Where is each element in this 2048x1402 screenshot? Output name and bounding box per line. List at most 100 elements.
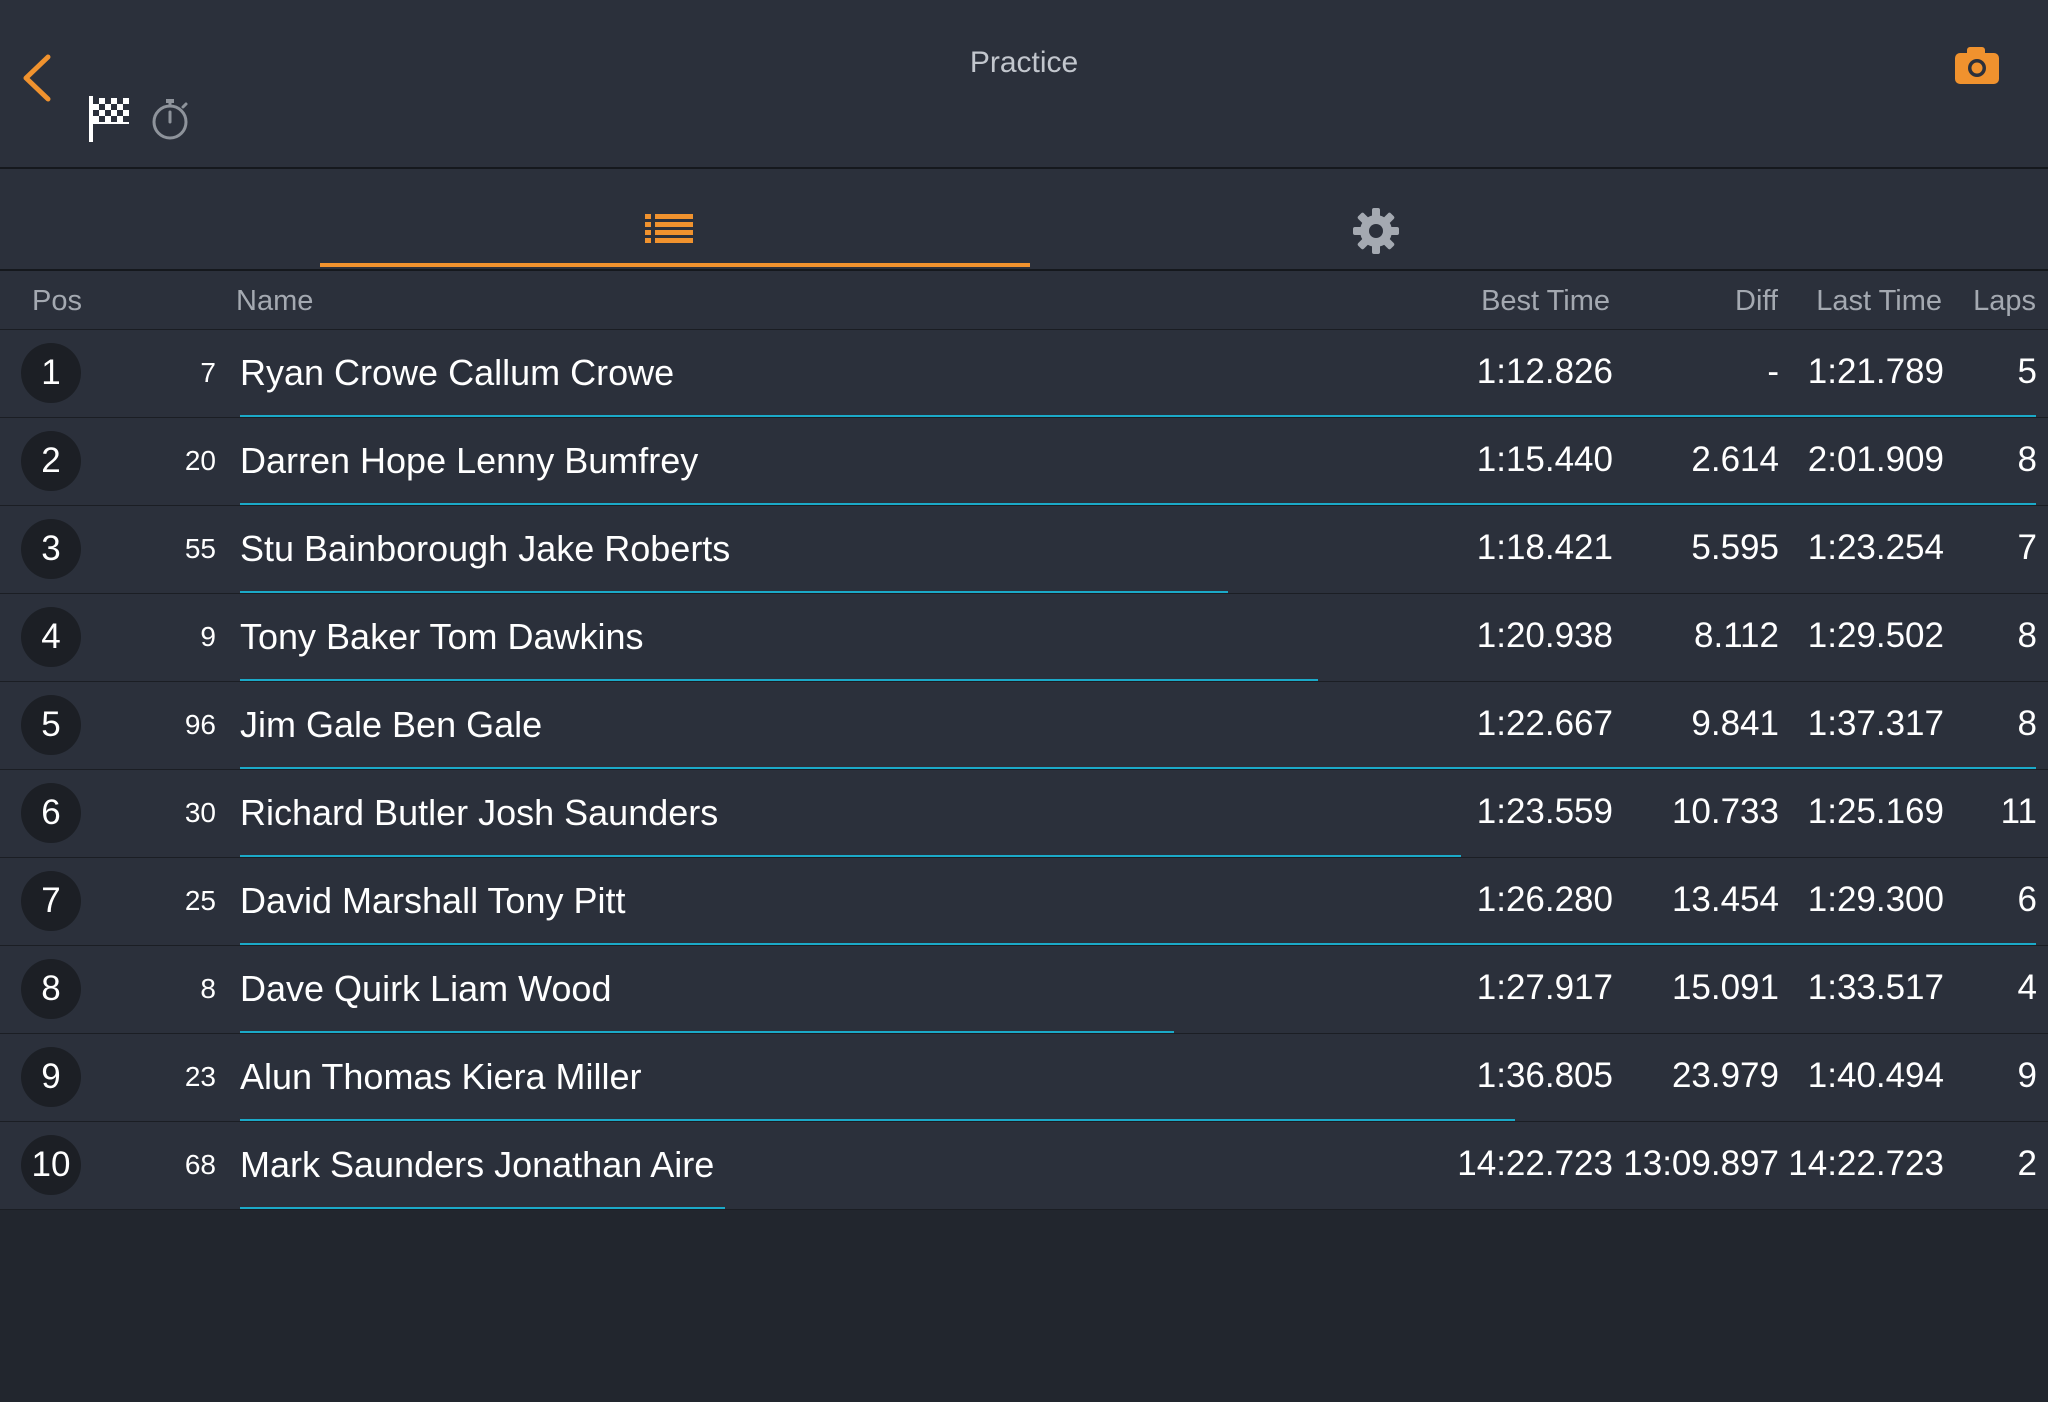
driver-names: Darren Hope Lenny Bumfrey [240,440,699,481]
lap-count: 7 [2017,528,2037,567]
diff-time: 15.091 [1671,968,1779,1007]
best-time: 1:23.559 [1476,792,1613,831]
row-progress-bar [240,503,2036,505]
position-badge: 3 [21,519,81,579]
list-icon [645,214,693,243]
diff-time: 8.112 [1694,616,1779,655]
best-time: 1:20.938 [1476,616,1613,655]
driver-names: Jim Gale Ben Gale [240,704,543,745]
position-badge: 9 [21,1047,81,1107]
car-number: 8 [200,973,216,1004]
car-number: 55 [184,533,216,564]
lap-count: 4 [2017,968,2037,1007]
row-progress-bar [240,591,1228,593]
best-time: 1:15.440 [1476,440,1613,479]
camera-button[interactable] [1953,43,2003,87]
driver-names: Ryan Crowe Callum Crowe [240,352,675,393]
driver-names: Alun Thomas Kiera Miller [240,1056,642,1097]
car-number: 23 [184,1061,216,1092]
diff-time: 10.733 [1671,792,1779,831]
last-time: 1:25.169 [1807,792,1944,831]
last-time: 2:01.909 [1807,440,1944,479]
car-number: 68 [184,1149,216,1180]
lap-count: 8 [2017,616,2037,655]
best-time: 1:18.421 [1476,528,1613,567]
driver-names: Tony Baker Tom Dawkins [240,616,644,657]
last-time: 1:33.517 [1807,968,1944,1007]
checkered-flag-icon [89,96,129,142]
lap-count: 11 [2000,792,2037,831]
column-header-pos[interactable]: Pos [32,285,82,318]
gear-icon [1353,208,1399,254]
table-row[interactable]: 6 30 Richard Butler Josh Saunders 1:23.5… [0,770,2048,858]
row-progress-bar [240,1119,1515,1121]
car-number: 7 [200,357,216,388]
lap-count: 2 [2017,1144,2037,1183]
best-time: 1:36.805 [1476,1056,1613,1095]
lap-count: 8 [2017,440,2037,479]
column-header-best-time[interactable]: Best Time [1481,285,1610,318]
diff-time: 13:09.897 [1623,1144,1779,1183]
row-progress-bar [240,1207,725,1209]
position-badge: 7 [21,871,81,931]
best-time: 1:26.280 [1476,880,1613,919]
table-row[interactable]: 8 8 Dave Quirk Liam Wood 1:27.917 15.091… [0,946,2048,1034]
table-row[interactable]: 3 55 Stu Bainborough Jake Roberts 1:18.4… [0,506,2048,594]
position-badge: 2 [21,431,81,491]
driver-names: Mark Saunders Jonathan Aire [240,1144,715,1185]
best-time: 1:12.826 [1476,352,1613,391]
tab-results-list[interactable] [320,169,1030,269]
car-number: 20 [184,445,216,476]
last-time: 1:37.317 [1807,704,1944,743]
driver-names: Richard Butler Josh Saunders [240,792,719,833]
last-time: 1:23.254 [1807,528,1944,567]
diff-time: 13.454 [1671,880,1779,919]
column-header-diff[interactable]: Diff [1735,285,1778,318]
position-badge: 5 [21,695,81,755]
table-header: Pos Name Best Time Diff Last Time Laps [0,271,2048,330]
tab-settings[interactable] [1030,169,1730,269]
diff-time: 2.614 [1691,440,1779,479]
driver-names: Dave Quirk Liam Wood [240,968,612,1009]
last-time: 1:29.502 [1807,616,1944,655]
best-time: 14:22.723 [1457,1144,1613,1183]
last-time: 1:40.494 [1807,1056,1944,1095]
position-badge: 10 [21,1135,81,1195]
table-row[interactable]: 5 96 Jim Gale Ben Gale 1:22.667 9.841 1:… [0,682,2048,770]
nav-bar: Practice [0,0,2048,169]
lap-count: 9 [2017,1056,2037,1095]
row-progress-bar [240,679,1318,681]
position-badge: 4 [21,607,81,667]
diff-time: 5.595 [1691,528,1779,567]
diff-time: 23.979 [1671,1056,1779,1095]
table-row[interactable]: 7 25 David Marshall Tony Pitt 1:26.280 1… [0,858,2048,946]
row-progress-bar [240,855,1461,857]
row-progress-bar [240,1031,1174,1033]
last-time: 14:22.723 [1788,1144,1944,1183]
row-progress-bar [240,767,2036,769]
diff-time: 9.841 [1691,704,1779,743]
best-time: 1:22.667 [1476,704,1613,743]
driver-names: Stu Bainborough Jake Roberts [240,528,731,569]
car-number: 9 [200,621,216,652]
car-number: 96 [184,709,216,740]
stopwatch-icon[interactable] [148,96,192,142]
position-badge: 8 [21,959,81,1019]
table-row[interactable]: 1 7 Ryan Crowe Callum Crowe 1:12.826 - 1… [0,330,2048,418]
row-progress-bar [240,943,2036,945]
page-title: Practice [969,46,1079,79]
position-badge: 1 [21,343,81,403]
table-row[interactable]: 4 9 Tony Baker Tom Dawkins 1:20.938 8.11… [0,594,2048,682]
position-badge: 6 [21,783,81,843]
camera-icon [1955,47,1999,84]
column-header-laps[interactable]: Laps [1973,285,2036,318]
last-time: 1:29.300 [1807,880,1944,919]
table-row[interactable]: 9 23 Alun Thomas Kiera Miller 1:36.805 2… [0,1034,2048,1122]
column-header-name[interactable]: Name [236,285,313,318]
best-time: 1:27.917 [1476,968,1613,1007]
column-header-last-time[interactable]: Last Time [1816,285,1942,318]
table-row[interactable]: 10 68 Mark Saunders Jonathan Aire 14:22.… [0,1122,2048,1210]
last-time: 1:21.789 [1807,352,1944,391]
lap-count: 5 [2017,352,2037,391]
table-row[interactable]: 2 20 Darren Hope Lenny Bumfrey 1:15.440 … [0,418,2048,506]
